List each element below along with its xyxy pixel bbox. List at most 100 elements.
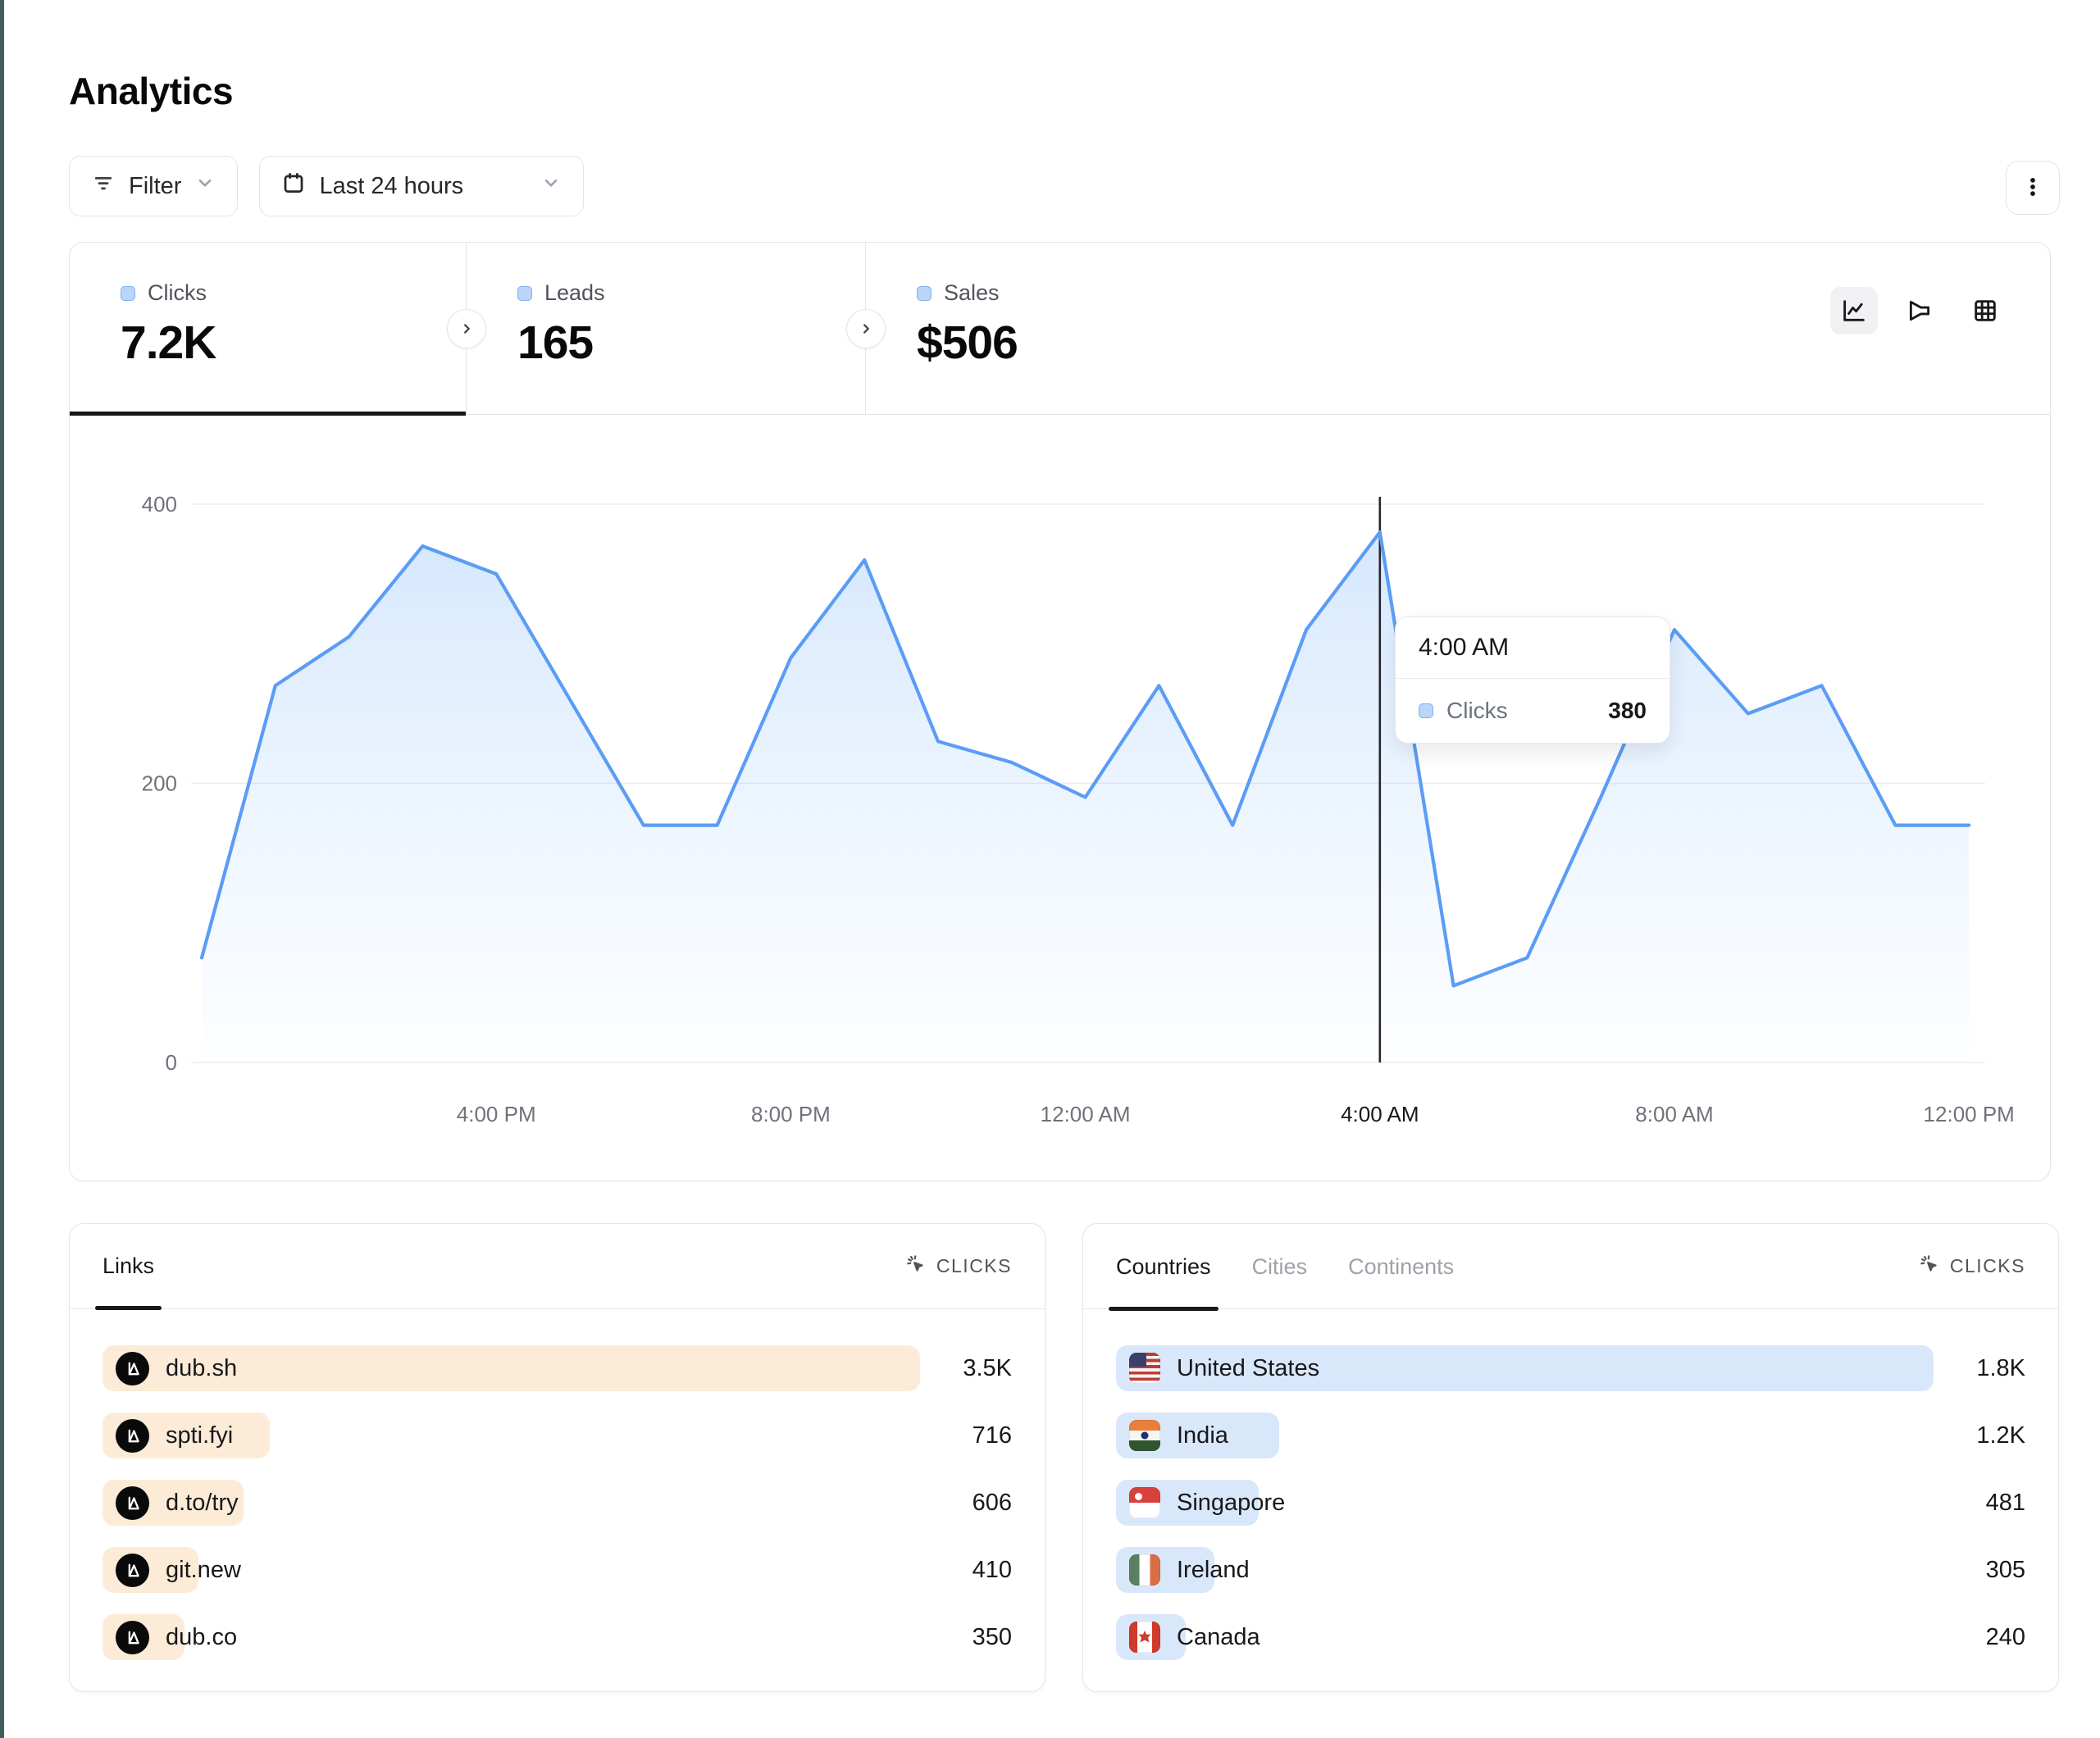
sales-legend-square: [917, 286, 932, 301]
clicks-legend-square: [121, 286, 135, 301]
country-label: Singapore: [1177, 1490, 1285, 1517]
line-chart-view-button[interactable]: [1830, 287, 1878, 334]
filter-button[interactable]: Filter: [69, 156, 238, 216]
country-label: Ireland: [1177, 1557, 1250, 1584]
svg-text:8:00 AM: 8:00 AM: [1635, 1102, 1713, 1126]
stats-tabs: Clicks 7.2K Leads 165 Sales $506: [70, 243, 2050, 415]
dub-logo-icon: [116, 1486, 149, 1520]
country-clicks-value: 1.2K: [1934, 1422, 2025, 1449]
geo-tabs: Countries Cities Continents: [1116, 1224, 1495, 1308]
kebab-menu-icon: [2020, 175, 2045, 202]
country-row[interactable]: Ireland 305: [1116, 1547, 2025, 1593]
svg-text:8:00 PM: 8:00 PM: [751, 1102, 831, 1126]
links-panel: Links CLICKS dub.sh 3.5K: [69, 1223, 1045, 1692]
dub-logo-icon: [116, 1352, 149, 1385]
link-row[interactable]: spti.fyi 716: [102, 1413, 1012, 1458]
link-row[interactable]: dub.sh 3.5K: [102, 1345, 1012, 1391]
chart-tooltip: 4:00 AM Clicks 380: [1395, 616, 1670, 744]
link-clicks-value: 716: [920, 1422, 1012, 1449]
tooltip-series-label: Clicks: [1446, 698, 1508, 724]
link-clicks-value: 606: [920, 1490, 1012, 1517]
table-view-button[interactable]: [1961, 287, 2009, 334]
svg-text:12:00 PM: 12:00 PM: [1924, 1102, 2015, 1126]
svg-text:4:00 AM: 4:00 AM: [1341, 1102, 1419, 1126]
link-row[interactable]: git.new 410: [102, 1547, 1012, 1593]
link-label: d.to/try: [166, 1490, 239, 1517]
date-range-button[interactable]: Last 24 hours: [259, 156, 584, 216]
countries-panel: Countries Cities Continents CLICKS United …: [1082, 1223, 2059, 1692]
countries-panel-header: Countries Cities Continents CLICKS: [1083, 1224, 2058, 1309]
dub-logo-icon: [116, 1621, 149, 1654]
metric-label: CLICKS: [1950, 1255, 2025, 1277]
stat-tab-clicks[interactable]: Clicks 7.2K: [70, 243, 467, 414]
country-clicks-value: 1.8K: [1934, 1355, 2025, 1382]
country-label: United States: [1177, 1355, 1319, 1382]
clicks-area-chart[interactable]: 0 200 400 4:00 PM 8:00 PM 12:00 AM 4:00 AM 8:00…: [70, 415, 2050, 1181]
svg-text:400: 400: [142, 492, 177, 516]
dub-logo-icon: [116, 1554, 149, 1587]
leads-legend-square: [517, 286, 532, 301]
chart-canvas: 0 200 400 4:00 PM 8:00 PM 12:00 AM 4:00 AM 8:00…: [70, 415, 2049, 1181]
country-flag-icon: [1129, 1622, 1160, 1653]
countries-metric-header[interactable]: CLICKS: [1918, 1253, 2025, 1280]
link-clicks-value: 3.5K: [920, 1355, 1012, 1382]
country-row[interactable]: India 1.2K: [1116, 1413, 2025, 1458]
chevron-down-icon: [540, 172, 562, 200]
links-panel-header: Links CLICKS: [70, 1224, 1045, 1309]
country-label: India: [1177, 1422, 1228, 1449]
more-options-button[interactable]: [2006, 161, 2060, 215]
chart-view-switcher: [1830, 287, 2009, 334]
link-row[interactable]: dub.co 350: [102, 1614, 1012, 1660]
tooltip-legend-square: [1419, 703, 1433, 718]
dub-logo-icon: [116, 1419, 149, 1453]
metric-label: CLICKS: [936, 1255, 1012, 1277]
tab-countries[interactable]: Countries: [1116, 1224, 1211, 1309]
page-title: Analytics: [69, 69, 233, 113]
stat-label: Leads: [544, 280, 605, 306]
country-row[interactable]: United States 1.8K: [1116, 1345, 2025, 1391]
stat-label: Sales: [944, 280, 1000, 306]
stat-tab-leads[interactable]: Leads 165: [467, 243, 866, 414]
link-label: dub.sh: [166, 1355, 237, 1382]
link-clicks-value: 410: [920, 1557, 1012, 1584]
filter-icon: [91, 171, 116, 202]
stat-value: 7.2K: [121, 316, 466, 370]
left-edge-strip: [0, 0, 4, 1738]
country-flag-icon: [1129, 1420, 1160, 1451]
svg-text:4:00 PM: 4:00 PM: [457, 1102, 536, 1126]
link-row[interactable]: d.to/try 606: [102, 1480, 1012, 1526]
cursor-click-icon: [1918, 1253, 1940, 1280]
funnel-view-button[interactable]: [1896, 287, 1943, 334]
country-row[interactable]: Canada 240: [1116, 1614, 2025, 1660]
svg-text:200: 200: [142, 771, 177, 796]
analytics-page: Analytics Filter Last 24 hours: [0, 0, 2100, 1738]
country-flag-icon: [1129, 1353, 1160, 1384]
country-clicks-value: 240: [1934, 1624, 2025, 1651]
svg-text:0: 0: [166, 1050, 177, 1075]
chevron-down-icon: [194, 172, 216, 200]
country-flag-icon: [1129, 1554, 1160, 1586]
links-metric-header[interactable]: CLICKS: [904, 1253, 1012, 1280]
date-range-label: Last 24 hours: [319, 173, 463, 200]
tooltip-value: 380: [1608, 698, 1647, 724]
country-flag-icon: [1129, 1487, 1160, 1518]
filter-button-label: Filter: [129, 173, 181, 200]
country-row[interactable]: Singapore 481: [1116, 1480, 2025, 1526]
country-clicks-value: 481: [1934, 1490, 2025, 1517]
cursor-click-icon: [904, 1253, 927, 1280]
tab-links[interactable]: Links: [102, 1224, 154, 1309]
link-label: dub.co: [166, 1624, 237, 1651]
country-label: Canada: [1177, 1624, 1260, 1651]
stat-value: 165: [517, 316, 865, 370]
link-clicks-value: 350: [920, 1624, 1012, 1651]
tab-cities[interactable]: Cities: [1252, 1224, 1308, 1309]
expand-clicks-button[interactable]: [447, 309, 486, 348]
link-label: git.new: [166, 1557, 241, 1584]
svg-text:12:00 AM: 12:00 AM: [1041, 1102, 1131, 1126]
analytics-card: Clicks 7.2K Leads 165 Sales $506: [69, 242, 2051, 1181]
tab-continents[interactable]: Continents: [1348, 1224, 1454, 1309]
tooltip-time: 4:00 AM: [1396, 617, 1670, 679]
expand-leads-button[interactable]: [846, 309, 886, 348]
toolbar: Filter Last 24 hours: [69, 156, 584, 216]
stat-label: Clicks: [148, 280, 207, 306]
